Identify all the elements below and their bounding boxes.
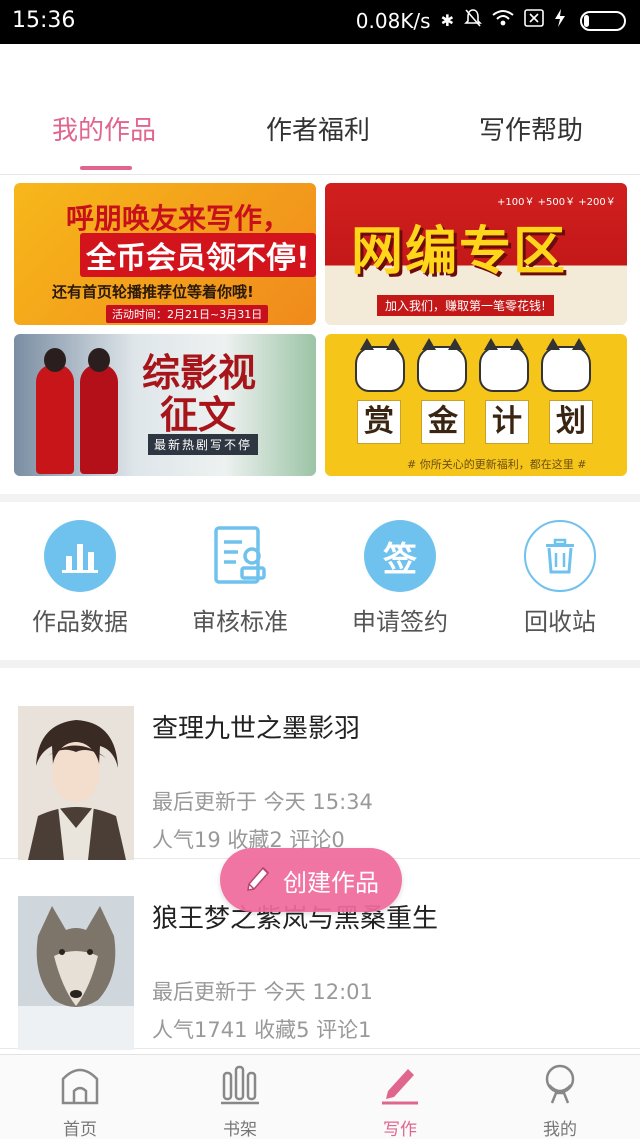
banner-invite-friends[interactable]: 呼朋唤友来写作， 全币会员领不停! 还有首页轮播推荐位等着你哦! 活动时间：2月…: [14, 183, 316, 325]
sim-icon: [524, 9, 544, 33]
cat-icon: [541, 338, 591, 392]
banner-highlight: 全币会员领不停!: [80, 233, 316, 277]
banner-char: 金: [421, 400, 465, 444]
nav-label: 写作: [383, 1120, 417, 1140]
bluetooth-icon: ✱: [440, 11, 454, 30]
banner-headline: 呼朋唤友来写作，: [66, 202, 291, 235]
figure-illustration: [80, 364, 118, 474]
figure-head: [44, 348, 66, 372]
create-work-button[interactable]: 创建作品: [220, 848, 402, 912]
tool-work-data[interactable]: 作品数据: [0, 520, 160, 650]
document-review-icon: [204, 520, 276, 592]
wifi-icon: [492, 9, 514, 33]
section-divider: [0, 660, 640, 668]
charging-icon: [554, 8, 566, 34]
bookshelf-icon: [220, 1063, 260, 1105]
profile-icon: [540, 1063, 580, 1105]
nav-label: 我的: [543, 1120, 577, 1140]
battery-level: [584, 15, 589, 27]
tab-my-works[interactable]: 我的作品: [52, 110, 156, 147]
mute-icon: [464, 8, 482, 34]
banner-char: 计: [485, 400, 529, 444]
banner-grid: 呼朋唤友来写作， 全币会员领不停! 还有首页轮播推荐位等着你哦! 活动时间：2月…: [0, 174, 640, 494]
list-item[interactable]: 查理九世之墨影羽 最后更新于 今天 15:34 人气19 收藏2 评论0: [0, 668, 640, 860]
work-title: 查理九世之墨影羽: [152, 714, 361, 744]
work-updated-time: 最后更新于 今天 12:01: [152, 980, 373, 1004]
book-cover: [18, 706, 134, 860]
nav-home[interactable]: 首页: [0, 1063, 160, 1140]
tool-label: 作品数据: [32, 608, 128, 636]
nav-label: 书架: [223, 1120, 257, 1140]
banner-headline-line-1: 综影视: [142, 350, 257, 395]
cat-icon: [479, 338, 529, 392]
figure-illustration: [36, 364, 74, 474]
tab-writing-help[interactable]: 写作帮助: [479, 110, 583, 147]
active-tab-indicator: [80, 166, 132, 170]
nav-write[interactable]: 写作: [320, 1063, 480, 1140]
cat-icon: [417, 338, 467, 392]
tool-apply-contract[interactable]: 签 申请签约: [320, 520, 480, 650]
top-tabs: 我的作品 作者福利 写作帮助: [0, 92, 640, 175]
figure-head: [88, 348, 110, 372]
sign-contract-icon: 签: [364, 520, 436, 592]
banner-editor-zone[interactable]: +100￥ +500￥ +200￥ 网编专区 加入我们，赚取第一笔零花钱!: [325, 183, 627, 325]
tool-grid: 作品数据 审核标准 签 申请签约 回收站: [0, 502, 640, 660]
banner-bounty-plan[interactable]: 赏 金 计 划 # 你所关心的更新福利，都在这里 #: [325, 334, 627, 476]
banner-headline: 网编专区: [351, 221, 568, 282]
banner-line: 还有首页轮播推荐位等着你哦!: [52, 283, 254, 301]
tool-label: 回收站: [524, 608, 596, 636]
cat-illustrations: [355, 338, 591, 392]
tab-author-benefits[interactable]: 作者福利: [266, 110, 370, 147]
status-time: 15:36: [12, 8, 76, 33]
cat-icon: [355, 338, 405, 392]
pen-icon: [380, 1063, 420, 1105]
work-updated-time: 最后更新于 今天 15:34: [152, 790, 373, 814]
status-bar: 15:36 0.08K/s ✱: [0, 0, 640, 44]
trash-icon: [524, 520, 596, 592]
banner-subline: # 你所关心的更新福利，都在这里 #: [407, 458, 587, 471]
book-cover: [18, 896, 134, 1050]
network-speed: 0.08K/s: [355, 9, 431, 33]
banner-headline: 综影视 征文: [142, 352, 256, 436]
battery-icon: [580, 11, 626, 31]
banner-subline: 加入我们，赚取第一笔零花钱!: [377, 295, 554, 316]
tool-review-standards[interactable]: 审核标准: [160, 520, 320, 650]
bar-chart-icon: [44, 520, 116, 592]
banner-period: 活动时间：2月21日~3月31日: [106, 305, 269, 323]
banner-char: 赏: [357, 400, 401, 444]
pencil-icon: [243, 862, 273, 898]
banner-subline: 最新热剧写不停: [148, 434, 259, 455]
status-icons: 0.08K/s ✱: [356, 8, 626, 34]
banner-headline: 赏 金 计 划: [357, 400, 593, 444]
sign-contract-glyph: 签: [383, 539, 417, 580]
banner-tags: +100￥ +500￥ +200￥: [497, 197, 616, 208]
banner-headline-line-2: 征文: [160, 392, 237, 437]
banner-tv-fiction-contest[interactable]: 综影视 征文 最新热剧写不停: [14, 334, 316, 476]
tool-recycle-bin[interactable]: 回收站: [480, 520, 640, 650]
tool-label: 审核标准: [192, 608, 288, 636]
work-stats: 人气1741 收藏5 评论1: [152, 1018, 372, 1042]
nav-profile[interactable]: 我的: [480, 1063, 640, 1140]
section-divider: [0, 494, 640, 502]
nav-bookshelf[interactable]: 书架: [160, 1063, 320, 1140]
nav-label: 首页: [63, 1120, 97, 1140]
home-icon: [60, 1063, 100, 1105]
tool-label: 申请签约: [352, 608, 448, 636]
banner-char: 划: [549, 400, 593, 444]
bottom-nav: 首页 书架 写作 我的: [0, 1054, 640, 1140]
create-work-label: 创建作品: [283, 868, 379, 897]
